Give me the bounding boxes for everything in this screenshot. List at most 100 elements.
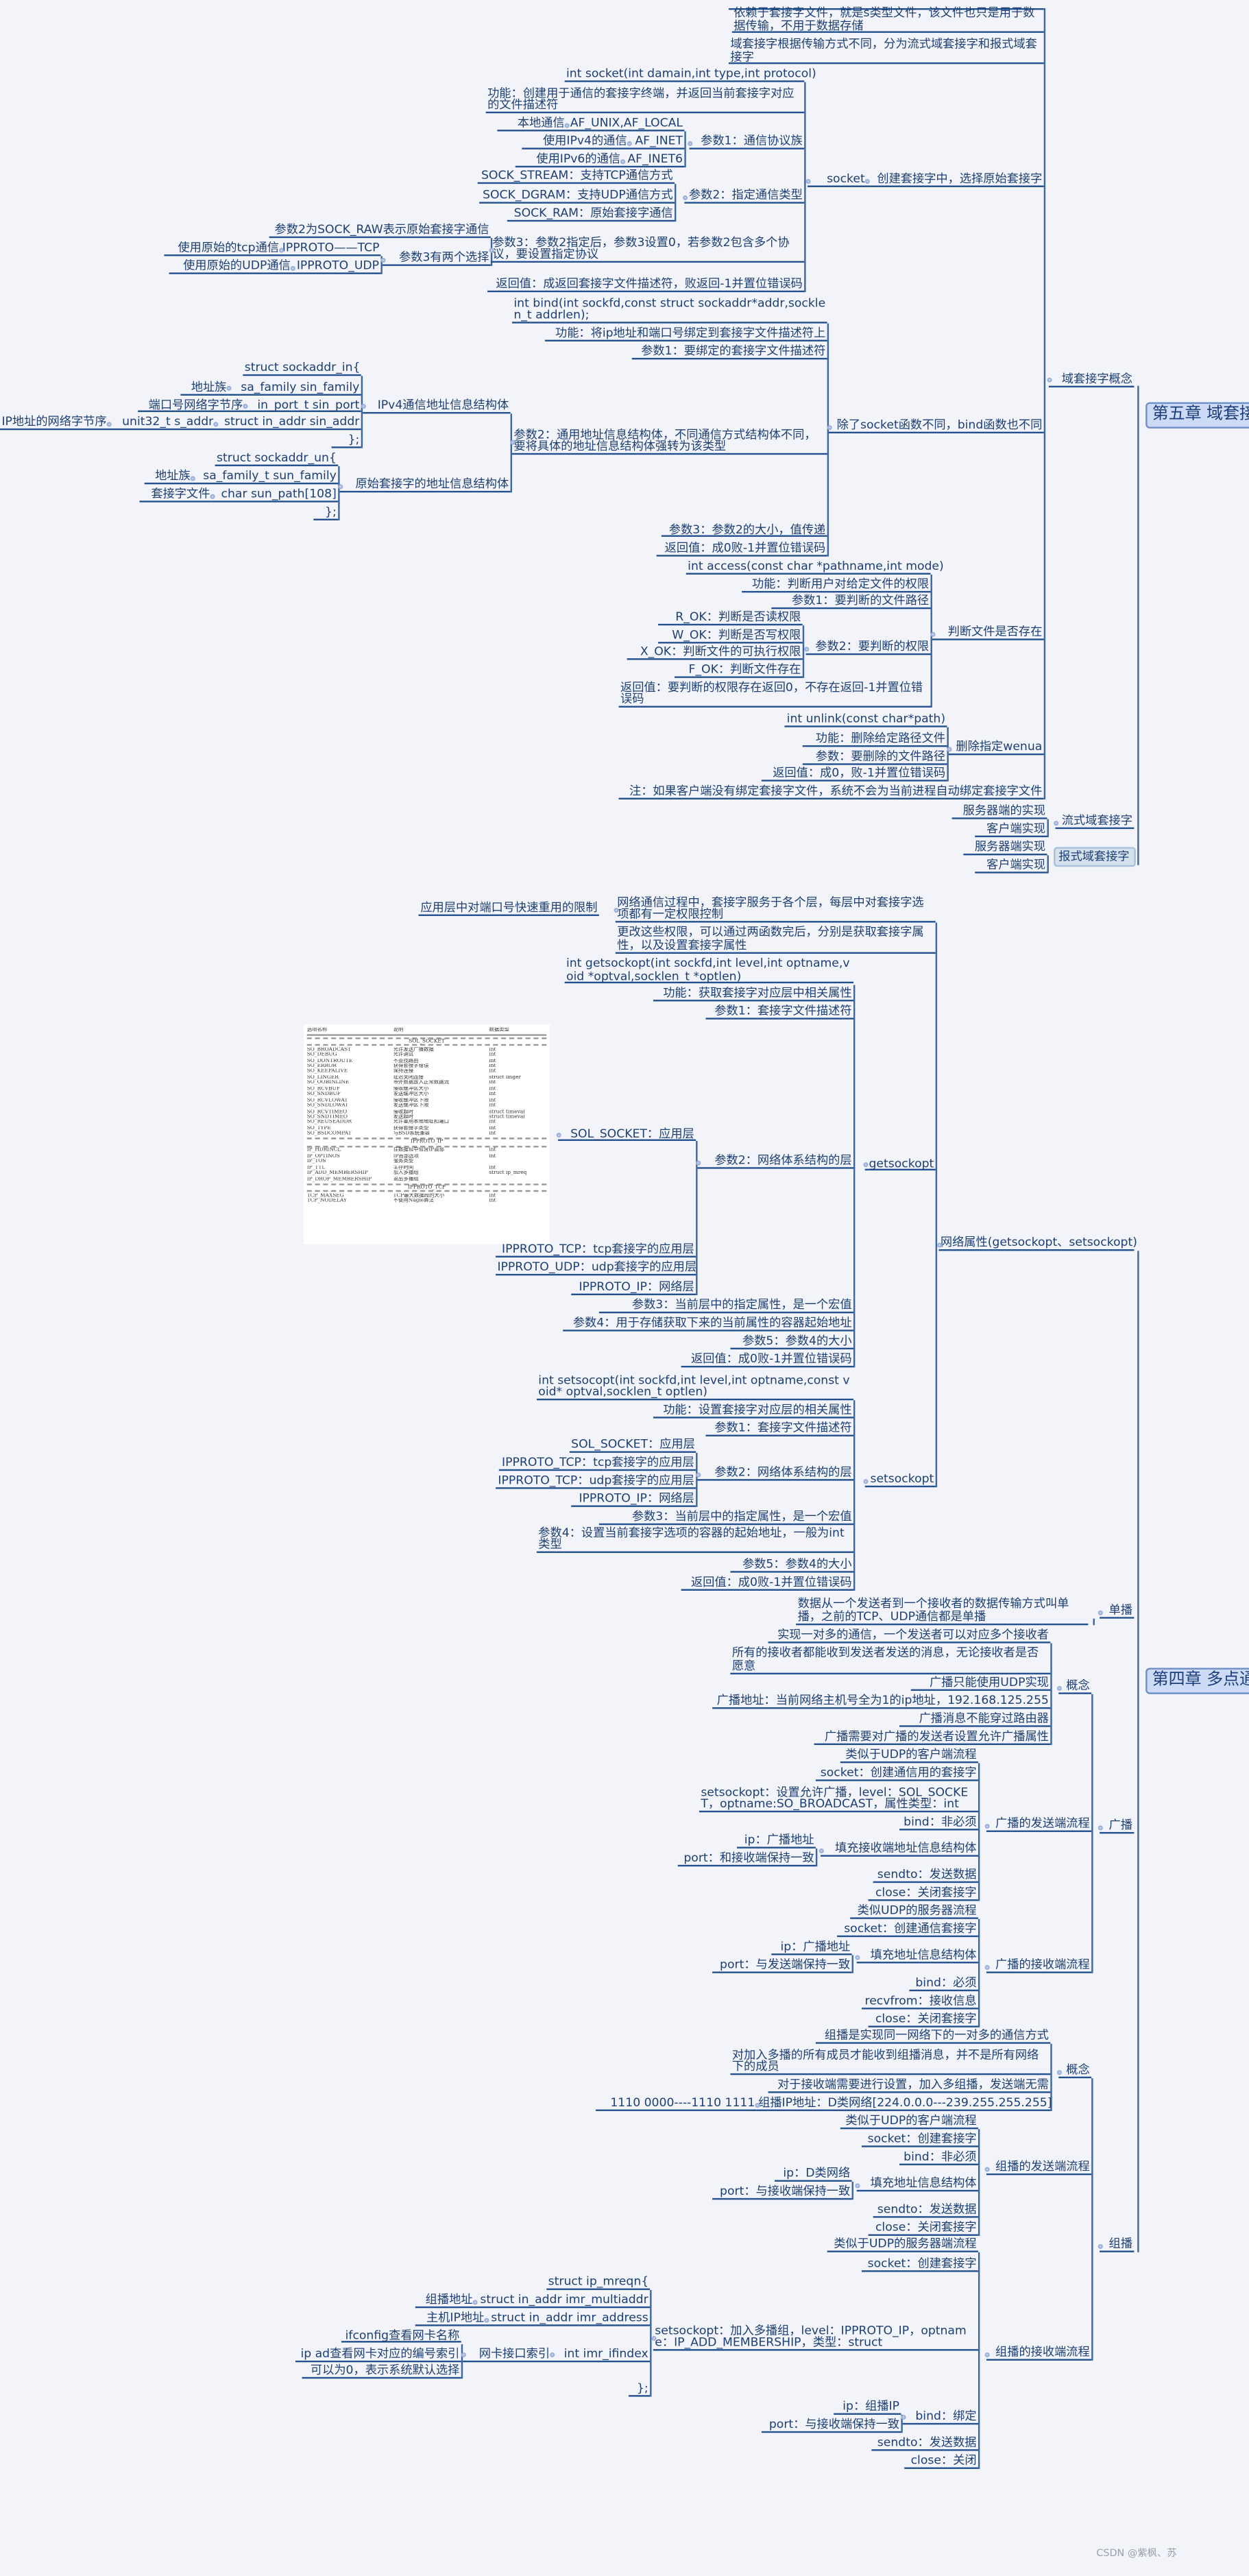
topic-broadcast[interactable]: 广播 bbox=[1100, 1819, 1135, 1834]
collapse-toggle-icon[interactable] bbox=[1052, 819, 1058, 826]
collapse-toggle-icon[interactable] bbox=[984, 1822, 990, 1829]
topic-r7[interactable]: close：关闭套接字 bbox=[868, 1887, 978, 1901]
topic-o7[interactable]: 参数5：参数4的大小 bbox=[730, 1558, 853, 1573]
topic-w2[interactable]: socket：创建套接字 bbox=[861, 2133, 978, 2147]
topic-a1[interactable]: 依赖于套接字文件，就是s类型文件，该文件也只是用于数据传输，不用于数据存储 bbox=[731, 6, 1044, 34]
topic-k1[interactable]: 注：如果客户端没有绑定套接字文件，系统不会为当前进程自动绑定套接字文件 bbox=[618, 785, 1044, 799]
topic-v4-label[interactable]: 1110 0000----1110 1111 bbox=[596, 2097, 757, 2111]
topic-concept[interactable]: 域套接字概念 bbox=[1048, 372, 1135, 387]
topic-o6[interactable]: 参数4：设置当前套接字选项的容器的起始地址，一般为int类型 bbox=[536, 1526, 853, 1553]
collapse-toggle-icon[interactable] bbox=[854, 2182, 860, 2189]
collapse-toggle-icon[interactable] bbox=[984, 2166, 990, 2172]
topic-zz1[interactable]: ifconfig查看网卡名称 bbox=[341, 2329, 461, 2344]
topic-m1[interactable]: int getsockopt(int sockfd,int level,int … bbox=[564, 957, 853, 985]
topic-r3[interactable]: setsockopt：设置允许广播，level：SOL_SOCKET，optna… bbox=[699, 1785, 978, 1813]
topic-f2[interactable]: 原始套接字的地址信息结构体 bbox=[339, 478, 511, 493]
collapse-toggle-icon[interactable] bbox=[681, 194, 688, 200]
topic-c3[interactable]: AF_INET6 bbox=[622, 153, 685, 168]
topic-h4[interactable]: 参数2：要判断的权限 bbox=[805, 640, 931, 655]
collapse-toggle-icon[interactable] bbox=[686, 140, 693, 146]
topic-access-parent[interactable]: 判断文件是否存在 bbox=[932, 626, 1044, 640]
topic-u1[interactable]: ip：广播地址 bbox=[771, 1941, 852, 1955]
topic-v4[interactable]: 组播IP地址：D类网络[224.0.0.0---239.255.255.255] bbox=[756, 2097, 1052, 2111]
topic-getsockopt[interactable]: getsockopt bbox=[864, 1157, 936, 1172]
topic-b4[interactable]: 参数2：指定通信类型 bbox=[684, 189, 805, 204]
topic-c1[interactable]: AF_UNIX,AF_LOCAL bbox=[566, 117, 685, 132]
topic-x2[interactable]: port：与接收端保持一致 bbox=[712, 2185, 852, 2200]
topic-o8[interactable]: 返回值：成0败-1并置位错误码 bbox=[681, 1576, 853, 1591]
topic-t5[interactable]: recvfrom：接收信息 bbox=[861, 1995, 978, 2010]
chapter4-root-topic[interactable]: 第四章 多点通信 bbox=[1145, 1668, 1249, 1694]
topic-multicast[interactable]: 组播 bbox=[1100, 2238, 1135, 2252]
topic-unicast[interactable]: 单播 bbox=[1100, 1604, 1135, 1619]
topic-j2[interactable]: 功能：删除给定路径文件 bbox=[802, 732, 947, 747]
topic-t1[interactable]: 类似UDP的服务器流程 bbox=[850, 1905, 978, 1919]
topic-g7-label[interactable]: 地址族 bbox=[144, 470, 193, 485]
topic-mc-send[interactable]: 组播的发送端流程 bbox=[986, 2160, 1092, 2176]
topic-g9[interactable]: }; bbox=[313, 506, 339, 520]
topic-p4[interactable]: IPPROTO_IP：网络层 bbox=[571, 1493, 696, 1507]
topic-b6[interactable]: 返回值：成返回套接字文件描述符，败返回-1并置位错误码 bbox=[487, 278, 805, 293]
topic-a2[interactable]: 域套接字根据传输方式不同，分为流式域套接字和报式域套接字 bbox=[729, 38, 1044, 65]
topic-setsockopt[interactable]: setsockopt bbox=[864, 1473, 936, 1488]
collapse-toggle-icon[interactable] bbox=[818, 1847, 824, 1853]
topic-w6[interactable]: close：关闭套接字 bbox=[868, 2222, 978, 2236]
topic-e2[interactable]: 功能：将ip地址和端口号绑定到套接字文件描述符上 bbox=[544, 327, 827, 341]
topic-bc-send[interactable]: 广播的发送端流程 bbox=[986, 1818, 1092, 1832]
topic-stream-server[interactable]: 服务器端的实现 bbox=[951, 805, 1047, 819]
topic-c3-label[interactable]: 使用IPv6的通信 bbox=[515, 153, 622, 168]
topic-q4[interactable]: 广播地址：当前网络主机号全为1的ip地址，192.168.125.255 bbox=[712, 1694, 1051, 1709]
topic-r5[interactable]: 填充接收端地址信息结构体 bbox=[821, 1842, 978, 1857]
topic-bc-recv[interactable]: 广播的接收端流程 bbox=[986, 1959, 1092, 1973]
topic-l2[interactable]: 更改这些权限，可以通过两函数完后，分别是获取套接字属性，以及设置套接字属性 bbox=[615, 926, 936, 954]
topic-d1[interactable]: IPPROTO——TCP bbox=[280, 242, 381, 256]
topic-w5[interactable]: sendto：发送数据 bbox=[873, 2204, 978, 2218]
topic-c2[interactable]: AF_INET bbox=[628, 135, 685, 149]
topic-r2[interactable]: socket：创建通信用的套接字 bbox=[815, 1767, 978, 1781]
topic-i2[interactable]: W_OK：判断是否写权限 bbox=[658, 629, 803, 644]
topic-dgram-client[interactable]: 客户端实现 bbox=[975, 859, 1047, 874]
topic-m2[interactable]: 功能：获取套接字对应层中相关属性 bbox=[653, 987, 853, 1002]
topic-p3[interactable]: IPPROTO_TCP：udp套接字的应用层 bbox=[496, 1475, 696, 1489]
collapse-toggle-icon[interactable] bbox=[1097, 2243, 1103, 2249]
topic-z4-sub[interactable]: 网卡接口索引 bbox=[463, 2347, 552, 2362]
topic-z2[interactable]: struct in_addr imr_multiaddr bbox=[474, 2294, 651, 2309]
topic-o2[interactable]: 功能：设置套接字对应层的相关属性 bbox=[653, 1404, 853, 1419]
topic-c6[interactable]: SOCK_RAM：原始套接字通信 bbox=[507, 207, 675, 222]
topic-h1[interactable]: int access(const char *pathname,int mode… bbox=[686, 559, 944, 575]
topic-q5[interactable]: 广播消息不能穿过路由器 bbox=[899, 1713, 1051, 1727]
topic-d2-label[interactable]: 使用原始的UDP通信 bbox=[169, 260, 293, 274]
topic-g8[interactable]: char sun_path[108] bbox=[211, 488, 339, 503]
topic-netattr[interactable]: 网络属性(getsockopt、setsockopt) bbox=[938, 1236, 1137, 1251]
topic-s2[interactable]: port：和接收端保持一致 bbox=[677, 1852, 816, 1867]
topic-v2[interactable]: 对加入多播的所有成员才能收到组播消息，并不是所有网络下的成员 bbox=[730, 2048, 1051, 2075]
topic-y5[interactable]: sendto：发送数据 bbox=[871, 2437, 978, 2451]
topic-u2[interactable]: port：与发送端保持一致 bbox=[712, 1959, 852, 1973]
topic-y3[interactable]: setsockopt：加入多播组，level：IPPROTO_IP，optnam… bbox=[653, 2324, 978, 2351]
topic-a3[interactable]: 创建套接字中，选择原始套接字 bbox=[866, 173, 1044, 187]
collapse-toggle-icon[interactable] bbox=[1056, 2069, 1062, 2075]
topic-j1[interactable]: int unlink(const char*path) bbox=[784, 713, 947, 727]
topic-l1-label[interactable]: 应用层中对端口号快速重用的限制 bbox=[418, 901, 599, 916]
topic-n1[interactable]: SOL_SOCKET：应用层 bbox=[558, 1127, 696, 1142]
topic-e5[interactable]: 参数3：参数2的大小，值传递 bbox=[661, 523, 827, 538]
topic-f1[interactable]: IPv4通信地址信息结构体 bbox=[363, 398, 511, 413]
topic-n3[interactable]: IPPROTO_UDP：udp套接字的应用层 bbox=[496, 1261, 696, 1276]
topic-e1[interactable]: int bind(int sockfd,const struct sockadd… bbox=[511, 296, 827, 324]
topic-w1[interactable]: 类似于UDP的客户端流程 bbox=[840, 2115, 978, 2130]
topic-y4[interactable]: bind：绑定 bbox=[902, 2409, 978, 2424]
topic-b1[interactable]: int socket(int damain,int type,int proto… bbox=[564, 68, 816, 82]
topic-d1-label[interactable]: 使用原始的tcp通信 bbox=[164, 242, 281, 256]
topic-v1[interactable]: 组播是实现同一网络下的一对多的通信方式 bbox=[815, 2030, 1051, 2044]
topic-bind-parent[interactable]: 除了socket函数不同，bind函数也不同 bbox=[829, 419, 1044, 434]
collapse-toggle-icon[interactable] bbox=[1097, 1609, 1103, 1615]
topic-o4[interactable]: 参数2：网络体系结构的层 bbox=[697, 1467, 853, 1481]
topic-c7[interactable]: 参数2为SOCK_RAW表示原始套接字通信 bbox=[269, 224, 491, 239]
topic-w4[interactable]: 填充地址信息结构体 bbox=[856, 2177, 978, 2192]
topic-c5[interactable]: SOCK_DGRAM：支持UDP通信方式 bbox=[479, 189, 675, 204]
collapse-toggle-icon[interactable] bbox=[1097, 1825, 1103, 1831]
topic-m3[interactable]: 参数1：套接字文件描述符 bbox=[705, 1005, 853, 1020]
topic-m6[interactable]: 参数4：用于存储获取下来的当前属性的容器起始地址 bbox=[563, 1317, 853, 1332]
topic-i3[interactable]: X_OK：判断文件的可执行权限 bbox=[627, 646, 803, 660]
topic-dgram-socket[interactable]: 报式域套接字 bbox=[1054, 847, 1136, 866]
